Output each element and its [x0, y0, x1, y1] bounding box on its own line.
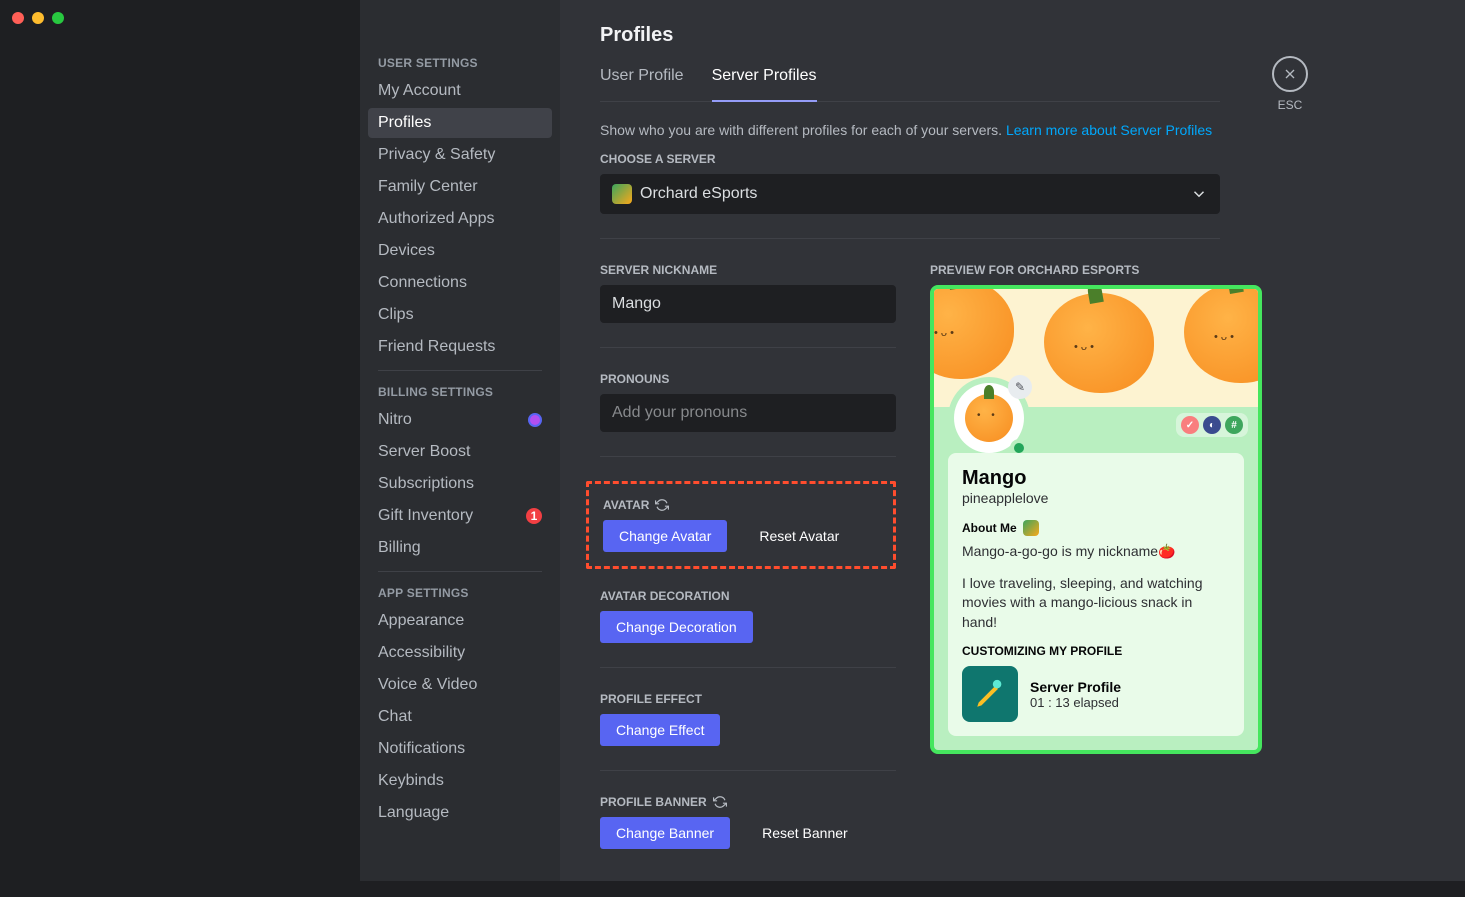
- profile-badges: ✓ ◐ #: [1176, 413, 1248, 437]
- sidebar-item-authorized-apps[interactable]: Authorized Apps: [368, 204, 552, 234]
- preview-username: pineapplelove: [962, 490, 1230, 506]
- sidebar-item-billing[interactable]: Billing: [368, 533, 552, 563]
- banner-label: Profile Banner: [600, 795, 896, 809]
- sidebar-item-voice-video[interactable]: Voice & Video: [368, 670, 552, 700]
- preview-activity: Server Profile 01 : 13 elapsed: [962, 666, 1230, 722]
- sidebar-item-gift-inventory[interactable]: Gift Inventory1: [368, 501, 552, 531]
- sidebar-item-my-account[interactable]: My Account: [368, 76, 552, 106]
- tab-user-profile[interactable]: User Profile: [600, 67, 684, 101]
- decoration-label: Avatar Decoration: [600, 589, 896, 603]
- minimize-window-dot[interactable]: [32, 12, 44, 24]
- sidebar-item-keybinds[interactable]: Keybinds: [368, 766, 552, 796]
- preview-body: Mango pineapplelove About Me Mango-a-go-…: [948, 453, 1244, 736]
- emoji-icon: [1023, 520, 1039, 536]
- reset-avatar-button[interactable]: Reset Avatar: [743, 520, 855, 552]
- badge-icon: #: [1225, 416, 1243, 434]
- sidebar-item-chat[interactable]: Chat: [368, 702, 552, 732]
- avatar-highlight: Avatar Change Avatar Reset Avatar: [586, 481, 896, 569]
- nickname-label: Server Nickname: [600, 263, 896, 277]
- sidebar-item-clips[interactable]: Clips: [368, 300, 552, 330]
- app-settings-header: App Settings: [368, 580, 552, 606]
- profile-tabs: User Profile Server Profiles: [600, 67, 1220, 102]
- user-settings-header: User Settings: [368, 50, 552, 76]
- close-window-dot[interactable]: [12, 12, 24, 24]
- avatar-label: Avatar: [603, 498, 879, 512]
- sidebar-item-profiles[interactable]: Profiles: [368, 108, 552, 138]
- pronouns-input[interactable]: [612, 404, 884, 422]
- badge-icon: ✓: [1181, 416, 1199, 434]
- refresh-icon: [655, 498, 669, 512]
- close-label: ESC: [1260, 98, 1320, 112]
- change-decoration-button[interactable]: Change Decoration: [600, 611, 753, 643]
- server-select[interactable]: Orchard eSports: [600, 174, 1220, 214]
- sidebar-item-devices[interactable]: Devices: [368, 236, 552, 266]
- preview-name: Mango: [962, 467, 1230, 490]
- badge-icon: ◐: [1203, 416, 1221, 434]
- preview-about-line1: Mango-a-go-go is my nickname🍅: [962, 542, 1230, 562]
- effect-label: Profile Effect: [600, 692, 896, 706]
- settings-sidebar: User Settings My Account Profiles Privac…: [360, 0, 560, 881]
- change-avatar-button[interactable]: Change Avatar: [603, 520, 727, 552]
- sidebar-item-subscriptions[interactable]: Subscriptions: [368, 469, 552, 499]
- pencil-icon: [962, 666, 1018, 722]
- left-background: [0, 0, 360, 881]
- content-divider: [600, 238, 1220, 239]
- pronouns-label: Pronouns: [600, 372, 896, 386]
- profile-preview-card: • ᴗ • • ᴗ • • ᴗ • ✎ ✓: [930, 285, 1262, 754]
- change-effect-button[interactable]: Change Effect: [600, 714, 720, 746]
- sidebar-item-language[interactable]: Language: [368, 798, 552, 828]
- pronouns-input-wrap: [600, 394, 896, 432]
- sidebar-item-privacy[interactable]: Privacy & Safety: [368, 140, 552, 170]
- refresh-icon: [713, 795, 727, 809]
- change-banner-button[interactable]: Change Banner: [600, 817, 730, 849]
- sidebar-item-accessibility[interactable]: Accessibility: [368, 638, 552, 668]
- close-icon: [1282, 66, 1298, 82]
- sidebar-divider: [378, 571, 542, 572]
- preview-about-line2: I love traveling, sleeping, and watching…: [962, 574, 1230, 633]
- preview-activity-title: Server Profile: [1030, 679, 1121, 695]
- server-selected-value: Orchard eSports: [640, 185, 757, 202]
- sidebar-item-nitro[interactable]: Nitro: [368, 405, 552, 435]
- preview-avatar-wrap[interactable]: ✎: [948, 377, 1030, 459]
- sidebar-item-appearance[interactable]: Appearance: [368, 606, 552, 636]
- sidebar-item-family-center[interactable]: Family Center: [368, 172, 552, 202]
- sidebar-item-server-boost[interactable]: Server Boost: [368, 437, 552, 467]
- server-icon: [612, 184, 632, 204]
- chevron-down-icon: [1190, 185, 1208, 203]
- window-traffic-lights: [12, 12, 64, 24]
- tab-description: Show who you are with different profiles…: [600, 122, 1220, 138]
- sidebar-divider: [378, 370, 542, 371]
- preview-label: Preview for Orchard eSports: [930, 263, 1262, 277]
- choose-server-label: Choose a Server: [600, 152, 1220, 166]
- preview-customizing-label: Customizing My Profile: [962, 644, 1230, 658]
- preview-about-label: About Me: [962, 520, 1230, 536]
- mango-avatar-icon: [965, 394, 1013, 442]
- maximize-window-dot[interactable]: [52, 12, 64, 24]
- tab-server-profiles[interactable]: Server Profiles: [712, 67, 817, 101]
- sidebar-item-connections[interactable]: Connections: [368, 268, 552, 298]
- sidebar-item-notifications[interactable]: Notifications: [368, 734, 552, 764]
- nickname-input[interactable]: [612, 295, 884, 313]
- preview-activity-time: 01 : 13 elapsed: [1030, 695, 1121, 710]
- main-content: Profiles User Profile Server Profiles Sh…: [560, 0, 1260, 881]
- billing-settings-header: Billing Settings: [368, 379, 552, 405]
- reset-banner-button[interactable]: Reset Banner: [746, 817, 864, 849]
- nitro-icon: [528, 413, 542, 427]
- close-settings-button[interactable]: [1272, 56, 1308, 92]
- learn-more-link[interactable]: Learn more about Server Profiles: [1006, 122, 1212, 138]
- gift-badge: 1: [526, 508, 542, 524]
- upload-avatar-icon[interactable]: ✎: [1008, 375, 1032, 399]
- page-title: Profiles: [600, 24, 1220, 47]
- nickname-input-wrap: [600, 285, 896, 323]
- sidebar-item-friend-requests[interactable]: Friend Requests: [368, 332, 552, 362]
